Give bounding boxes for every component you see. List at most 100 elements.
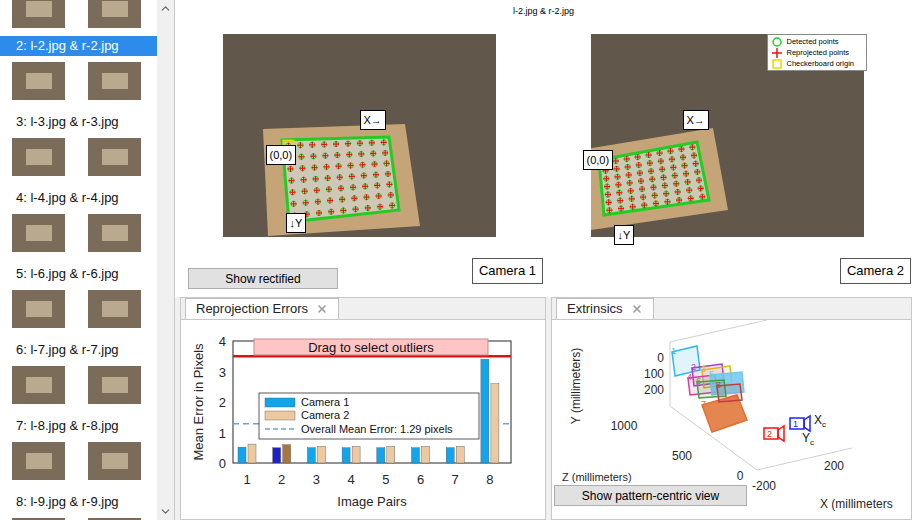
svg-text:1: 1 — [671, 346, 676, 356]
image-pair-item[interactable]: 5: l-6.jpg & r-6.jpg — [0, 264, 157, 340]
panel-tab[interactable]: Extrinsics — [556, 298, 654, 319]
error-bar[interactable] — [342, 448, 350, 463]
svg-text:4: 4 — [347, 472, 354, 487]
image-pair-item[interactable]: 6: l-7.jpg & r-7.jpg — [0, 340, 157, 416]
error-bar[interactable] — [317, 446, 325, 463]
image-pair-item[interactable]: 8: l-9.jpg & r-9.jpg — [0, 492, 157, 520]
image-pair-label[interactable]: 2: l-2.jpg & r-2.jpg — [0, 36, 157, 56]
thumbnail[interactable] — [12, 0, 65, 28]
checkerboard-overlay — [223, 34, 496, 237]
chart-legend: Camera 1Camera 2Overall Mean Error: 1.29… — [259, 393, 479, 439]
error-bar[interactable] — [352, 446, 360, 463]
bar-group[interactable]: 1 — [238, 444, 256, 487]
image-pair-label[interactable]: 5: l-6.jpg & r-6.jpg — [0, 264, 157, 284]
svg-text:1: 1 — [243, 472, 250, 487]
thumbnail[interactable] — [88, 518, 141, 520]
thumbnail-row — [0, 62, 157, 100]
svg-text:Camera 2: Camera 2 — [301, 409, 349, 421]
camera-pose[interactable]: 1 — [790, 416, 810, 431]
close-tab-icon[interactable] — [316, 303, 328, 315]
svg-text:5: 5 — [382, 472, 389, 487]
svg-text:100: 100 — [644, 367, 664, 381]
image-pair-item[interactable]: 4: l-4.jpg & r-4.jpg — [0, 188, 157, 264]
image-pair-label[interactable]: 3: l-3.jpg & r-3.jpg — [0, 112, 157, 132]
thumbnail[interactable] — [12, 366, 65, 404]
show-rectified-button[interactable]: Show rectified — [188, 268, 338, 289]
error-bar[interactable] — [238, 447, 246, 463]
bottom-panels: Reprojection Errors0123412345678Drag to … — [175, 297, 912, 520]
error-bar[interactable] — [481, 359, 489, 463]
svg-text:6: 6 — [696, 376, 701, 386]
svg-text:Image Pairs: Image Pairs — [337, 494, 407, 509]
y-axis-label: ↓Y — [614, 225, 635, 245]
error-bar[interactable] — [422, 446, 430, 463]
extrinsics-panel: Extrinsics010020010005000200-20012345678… — [551, 297, 912, 520]
error-bar[interactable] — [387, 446, 395, 463]
bar-group[interactable]: 3 — [307, 446, 325, 487]
camera-pose[interactable]: 2 — [764, 426, 784, 441]
outlier-hint-box[interactable] — [254, 339, 488, 355]
thumbnail[interactable] — [88, 214, 141, 252]
svg-text:Yc: Yc — [802, 431, 814, 447]
svg-text:0: 0 — [219, 456, 226, 471]
svg-text:Mean Error in Pixels: Mean Error in Pixels — [191, 343, 206, 461]
thumbnail-row — [0, 0, 157, 28]
thumbnail[interactable] — [12, 138, 65, 176]
panel-tab[interactable]: Reprojection Errors — [185, 298, 339, 319]
pattern-centric-view-button[interactable]: Show pattern-centric view — [554, 485, 747, 506]
error-bar[interactable] — [283, 445, 291, 463]
bar-group[interactable]: 6 — [412, 446, 430, 487]
close-tab-icon[interactable] — [631, 303, 643, 315]
svg-text:2: 2 — [691, 362, 696, 372]
image-pair-label[interactable]: 7: l-8.jpg & r-8.jpg — [0, 416, 157, 436]
main-area: l-2.jpg & r-2.jpg(0,0)X→↓YShow rectified… — [175, 0, 912, 520]
thumbnail-row — [0, 290, 157, 328]
thumbnail[interactable] — [88, 62, 141, 100]
bar-group[interactable]: 2 — [273, 445, 291, 487]
image-pair-item[interactable]: 3: l-3.jpg & r-3.jpg — [0, 112, 157, 188]
error-bar[interactable] — [377, 448, 385, 463]
thumbnail[interactable] — [12, 62, 65, 100]
thumbnail[interactable] — [88, 442, 141, 480]
thumbnail[interactable] — [12, 290, 65, 328]
error-bar[interactable] — [248, 444, 256, 463]
scroll-up-icon[interactable] — [159, 2, 172, 15]
circle-marker-icon — [771, 37, 783, 47]
image-pair-label[interactable]: 6: l-7.jpg & r-7.jpg — [0, 340, 157, 360]
bar-group[interactable]: 8 — [481, 359, 499, 487]
svg-text:Y (millimeters): Y (millimeters) — [569, 348, 583, 424]
svg-text:8: 8 — [716, 380, 721, 390]
thumbnail[interactable] — [88, 290, 141, 328]
image-pair-label[interactable]: 8: l-9.jpg & r-9.jpg — [0, 492, 157, 512]
thumbnail[interactable] — [12, 518, 65, 520]
thumbnail[interactable] — [12, 214, 65, 252]
error-bar[interactable] — [456, 446, 464, 463]
error-bar[interactable] — [491, 384, 499, 463]
thumbnail[interactable] — [12, 442, 65, 480]
image-pair-label[interactable]: 4: l-4.jpg & r-4.jpg — [0, 188, 157, 208]
thumbnail-row — [0, 138, 157, 176]
thumbnail[interactable] — [88, 366, 141, 404]
checkerboard-pose[interactable]: 1 — [671, 346, 700, 376]
origin-label: (0,0) — [583, 150, 614, 170]
bar-group[interactable]: 7 — [446, 446, 464, 487]
error-bar[interactable] — [273, 448, 281, 463]
error-bar[interactable] — [412, 448, 420, 463]
checkerboard-pose[interactable]: 8 — [716, 380, 742, 402]
image-list: 2: l-2.jpg & r-2.jpg 3: l-3.jpg & r-3.jpg… — [0, 0, 157, 520]
svg-text:7: 7 — [452, 472, 459, 487]
svg-text:0: 0 — [657, 351, 664, 365]
image-legend-entry: Reprojected points — [771, 47, 863, 58]
scroll-down-icon[interactable] — [159, 505, 172, 518]
image-pair-item[interactable]: 7: l-8.jpg & r-8.jpg — [0, 416, 157, 492]
image-pair-item[interactable]: 2: l-2.jpg & r-2.jpg — [0, 36, 157, 112]
bar-group[interactable]: 4 — [342, 446, 360, 487]
scrollbar[interactable] — [157, 0, 174, 520]
error-bar[interactable] — [446, 448, 454, 463]
thumbnail[interactable] — [88, 0, 141, 28]
reprojection-chart[interactable]: 0123412345678Drag to select outliersCame… — [181, 320, 545, 519]
thumbnail-row — [0, 442, 157, 480]
error-bar[interactable] — [307, 448, 315, 463]
bar-group[interactable]: 5 — [377, 446, 395, 487]
thumbnail[interactable] — [88, 138, 141, 176]
